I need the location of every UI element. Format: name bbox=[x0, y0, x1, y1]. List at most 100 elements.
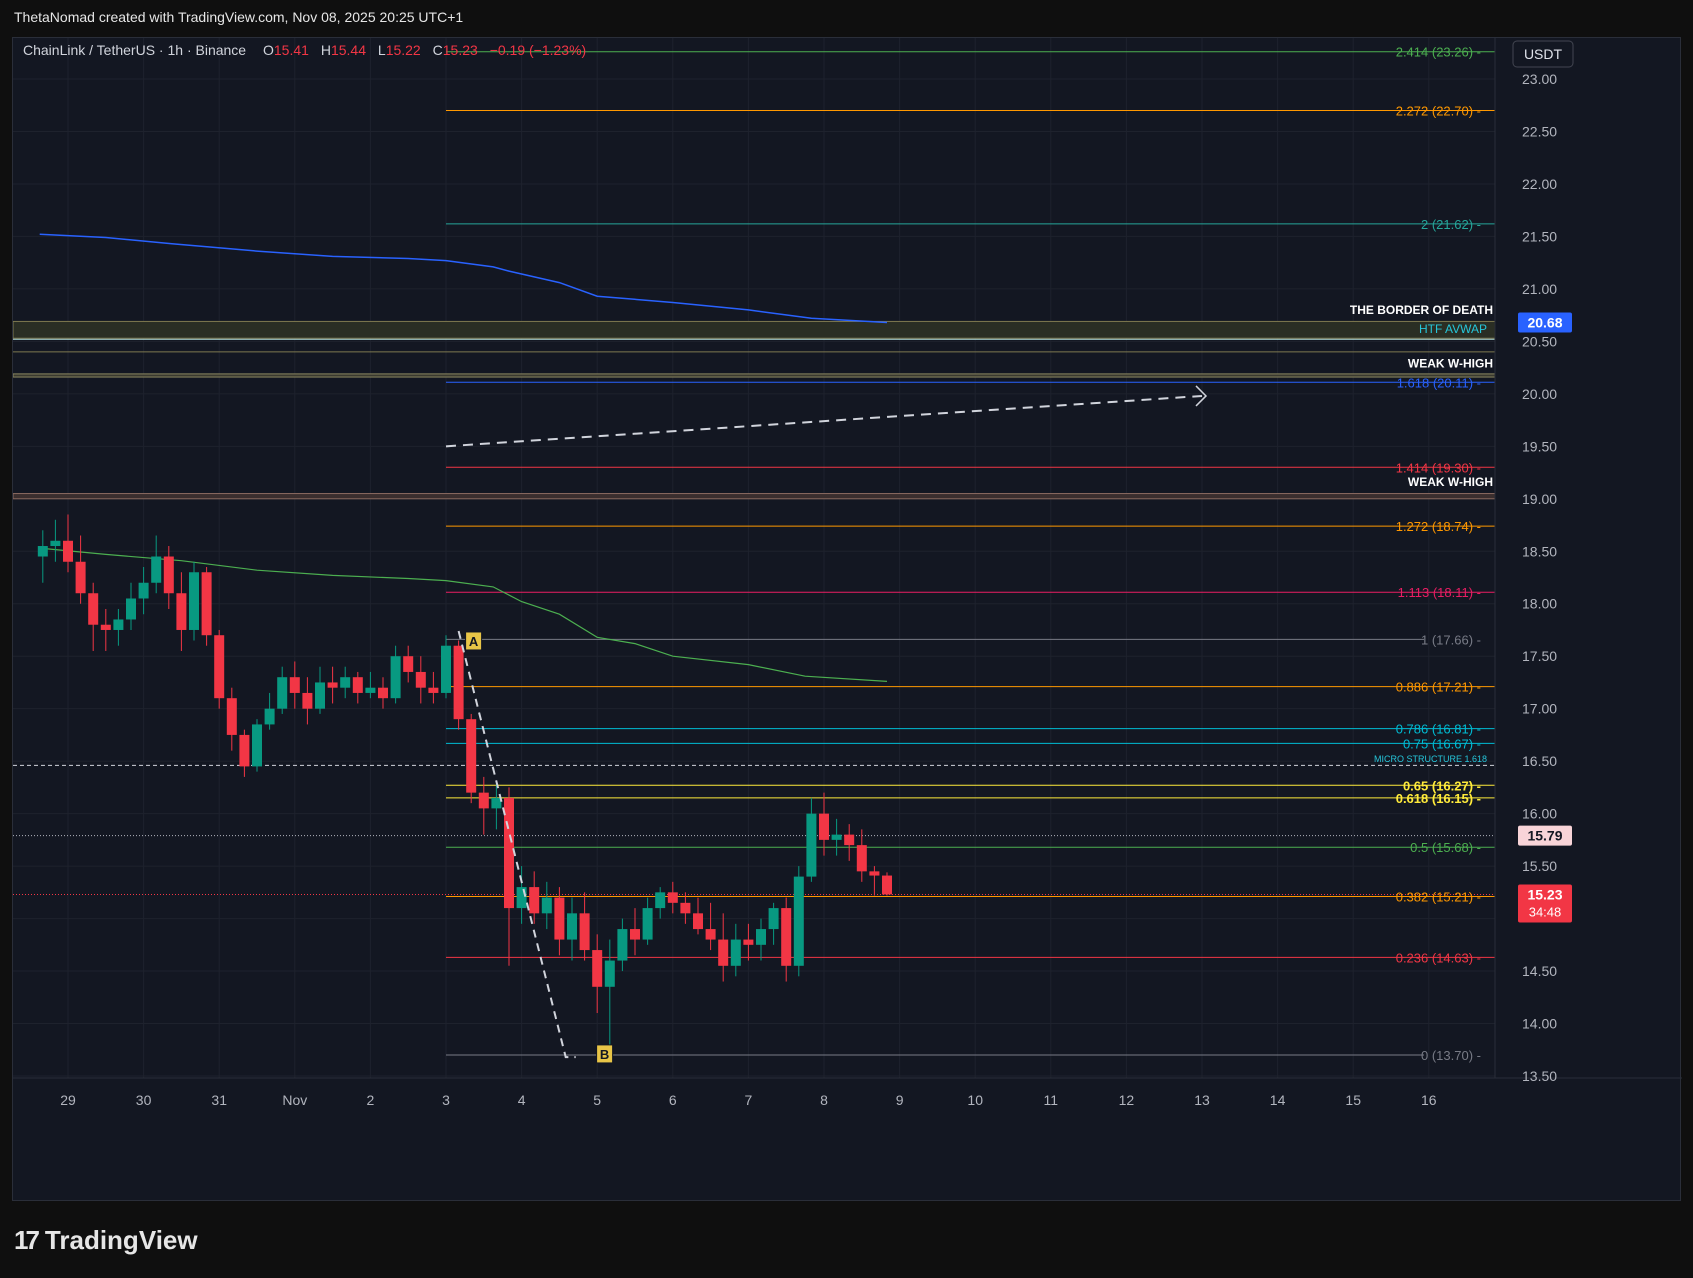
time-tick-label: 5 bbox=[593, 1092, 601, 1108]
candle-body bbox=[478, 792, 489, 809]
high-value: 15.44 bbox=[331, 42, 366, 58]
tradingview-brand: 17 TradingView bbox=[14, 1225, 198, 1256]
price-tick-label: 19.50 bbox=[1522, 438, 1557, 454]
candle-body bbox=[403, 656, 414, 672]
symbol-title[interactable]: ChainLink / TetherUS · 1h · Binance bbox=[23, 42, 246, 58]
time-tick-label: 29 bbox=[60, 1092, 76, 1108]
candle-body bbox=[806, 813, 817, 877]
candle-body bbox=[252, 724, 262, 767]
fib-level-label: 0.5 (15.68) - bbox=[1410, 840, 1481, 855]
time-tick-label: 31 bbox=[211, 1092, 227, 1108]
candle-body bbox=[466, 719, 477, 793]
drawings-layer: A B THE BORDER OF DEATH HTF AVWAP WEAK W-HIG… bbox=[445, 303, 1493, 1064]
price-tick-label: 16.00 bbox=[1522, 806, 1557, 822]
grid-layer bbox=[13, 38, 1495, 1078]
indicator-lines bbox=[39, 233, 888, 682]
candle-body bbox=[340, 677, 351, 688]
candle-body bbox=[491, 797, 502, 809]
candle-body bbox=[554, 897, 565, 940]
htf-avwap-curve bbox=[39, 233, 888, 324]
weak-w-high-label: WEAK W-HIGH bbox=[1408, 357, 1493, 371]
avwap-price-tag: 20.68 bbox=[1527, 314, 1562, 330]
price-tick-label: 18.00 bbox=[1522, 596, 1557, 612]
fib-level-label: 0.618 (16.15) - bbox=[1396, 791, 1481, 806]
price-tick-label: 16.50 bbox=[1522, 753, 1557, 769]
candle-body bbox=[365, 687, 376, 693]
price-tick-label: 22.00 bbox=[1522, 176, 1557, 192]
price-tick-label: 17.00 bbox=[1522, 701, 1557, 717]
candle-body bbox=[126, 598, 136, 620]
candle-body bbox=[138, 582, 149, 599]
currency-button-label[interactable]: USDT bbox=[1524, 46, 1563, 62]
close-value: 15.23 bbox=[443, 42, 478, 58]
change-value: −0.19 (−1.23%) bbox=[490, 42, 587, 58]
time-tick-label: Nov bbox=[282, 1092, 307, 1108]
candle-body bbox=[541, 897, 552, 914]
fib-levels: 2.414 (23.26) - 2.272 (22.70) - 2 (21.62) … bbox=[446, 45, 1495, 1063]
price-tick-label: 21.00 bbox=[1522, 281, 1557, 297]
marker-price-tag: 15.79 bbox=[1527, 828, 1562, 844]
brand-wordmark: TradingView bbox=[44, 1225, 198, 1255]
point-a-label: A bbox=[469, 634, 479, 649]
candle-body bbox=[239, 734, 250, 767]
border-of-death-zone bbox=[13, 320, 1496, 339]
point-b-label: B bbox=[600, 1047, 609, 1062]
fib-level-label: 1.272 (18.74) - bbox=[1396, 519, 1481, 534]
low-value: 15.22 bbox=[386, 42, 421, 58]
time-tick-label: 30 bbox=[136, 1092, 152, 1108]
candle-body bbox=[390, 656, 401, 699]
fib-level-label: 1.414 (19.30) - bbox=[1396, 460, 1481, 475]
ohlc-readout: O15.41 H15.44 L15.22 C15.23 −0.19 (−1.23… bbox=[263, 42, 586, 58]
candle-body bbox=[226, 698, 237, 735]
time-tick-label: 8 bbox=[820, 1092, 828, 1108]
time-tick-label: 12 bbox=[1119, 1092, 1135, 1108]
fib-level-label: 2.414 (23.26) - bbox=[1396, 45, 1481, 60]
chart-credit: ThetaNomad created with TradingView.com,… bbox=[14, 9, 464, 25]
candle-body bbox=[630, 929, 640, 940]
fib-level-label: 2.272 (22.70) - bbox=[1396, 103, 1481, 118]
micro-structure-label: MICRO STRUCTURE 1.618 bbox=[1374, 754, 1487, 764]
candle-body bbox=[592, 950, 603, 987]
candle-body bbox=[579, 913, 590, 951]
candle-body bbox=[756, 929, 766, 945]
price-tick-label: 21.50 bbox=[1522, 228, 1557, 244]
candle-body bbox=[75, 561, 86, 594]
tradingview-logo-icon: 17 bbox=[14, 1225, 40, 1255]
fib-level-label: 0.236 (14.63) - bbox=[1396, 950, 1481, 965]
candle-body bbox=[113, 619, 124, 630]
candle-body bbox=[315, 682, 325, 709]
candle-body bbox=[289, 677, 300, 693]
horizontal-zones bbox=[13, 320, 1496, 895]
fib-level-label: 0.886 (17.21) - bbox=[1396, 680, 1481, 695]
candle-body bbox=[163, 556, 174, 594]
time-tick-label: 11 bbox=[1044, 1092, 1059, 1108]
price-tick-label: 22.50 bbox=[1522, 123, 1557, 139]
axes-layer: 23.00 22.50 22.00 21.50 21.00 20.50 20.00 19.50… bbox=[13, 38, 1682, 1108]
candle-body bbox=[453, 645, 464, 720]
candlestick-chart[interactable]: 2.414 (23.26) - 2.272 (22.70) - 2 (21.62) … bbox=[13, 38, 1682, 1202]
time-tick-label: 9 bbox=[896, 1092, 904, 1108]
price-tick-label: 15.50 bbox=[1522, 858, 1557, 874]
candle-body bbox=[378, 687, 388, 699]
weak-w-high-zone bbox=[13, 493, 1496, 500]
candle-body bbox=[718, 939, 729, 966]
price-tick-label: 17.50 bbox=[1522, 648, 1557, 664]
time-tick-label: 6 bbox=[669, 1092, 677, 1108]
candle-body bbox=[428, 687, 439, 693]
time-tick-label: 14 bbox=[1270, 1092, 1286, 1108]
chart-frame[interactable]: 2.414 (23.26) - 2.272 (22.70) - 2 (21.62) … bbox=[12, 37, 1682, 1202]
candle-body bbox=[151, 556, 162, 583]
candle-body bbox=[680, 902, 691, 914]
time-tick-label: 3 bbox=[442, 1092, 450, 1108]
candles-layer bbox=[37, 514, 892, 1053]
candle-body bbox=[201, 572, 212, 636]
close-label: C bbox=[433, 42, 443, 58]
time-tick-label: 2 bbox=[367, 1092, 375, 1108]
price-tick-label: 18.50 bbox=[1522, 543, 1557, 559]
htf-avwap-label: HTF AVWAP bbox=[1419, 322, 1487, 336]
candle-body bbox=[441, 645, 451, 693]
candle-body bbox=[882, 875, 892, 895]
candle-body bbox=[277, 677, 288, 709]
legend-layer: ChainLink / TetherUS · 1h · Binance O15.… bbox=[23, 42, 586, 58]
price-tick-label: 14.50 bbox=[1522, 963, 1557, 979]
